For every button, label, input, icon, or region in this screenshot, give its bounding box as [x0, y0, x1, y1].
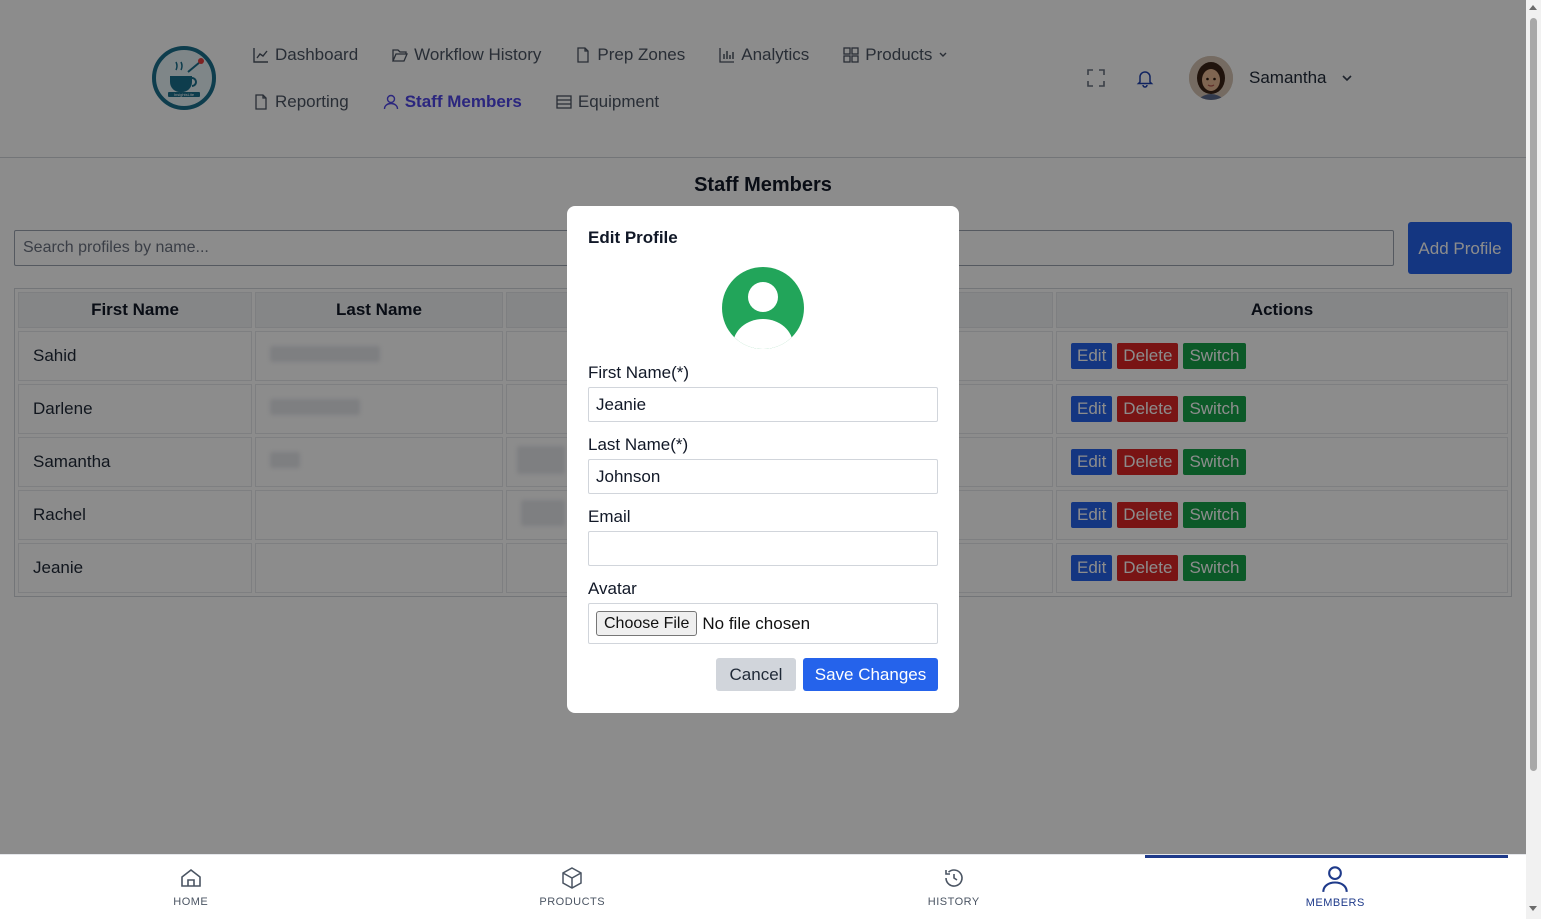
default-avatar-icon: [722, 267, 804, 349]
box-icon: [562, 867, 582, 889]
bottom-nav-label: PRODUCTS: [539, 896, 606, 908]
last-name-label: Last Name(*): [588, 435, 689, 454]
edit-profile-modal: Edit Profile First Name(*) Last Name(*) …: [567, 206, 959, 713]
first-name-field[interactable]: [588, 387, 938, 422]
bottom-nav-label: HOME: [173, 896, 209, 908]
bottom-nav-label: HISTORY: [927, 896, 980, 908]
email-field[interactable]: [588, 531, 938, 566]
scrollbar[interactable]: [1526, 0, 1541, 919]
home-icon: [180, 868, 201, 887]
bottom-nav: HOME PRODUCTS HISTORY MEMBERS: [0, 854, 1526, 919]
avatar-file-input[interactable]: Choose File No file chosen: [588, 603, 938, 644]
user-icon: [1322, 866, 1348, 892]
avatar-label: Avatar: [588, 579, 637, 598]
last-name-field[interactable]: [588, 459, 938, 494]
scroll-up-arrow[interactable]: [1529, 5, 1537, 10]
bottom-nav-products[interactable]: PRODUCTS: [382, 855, 764, 919]
scroll-down-arrow[interactable]: [1529, 906, 1537, 911]
history-icon: [944, 869, 963, 887]
bottom-nav-label: MEMBERS: [1305, 897, 1365, 909]
cancel-button[interactable]: Cancel: [716, 658, 796, 691]
file-status: No file chosen: [702, 613, 811, 633]
choose-file-button[interactable]: Choose File: [596, 611, 698, 636]
bottom-nav-home[interactable]: HOME: [0, 855, 382, 919]
save-changes-button[interactable]: Save Changes: [803, 658, 938, 691]
email-label: Email: [588, 507, 631, 526]
bottom-nav-history[interactable]: HISTORY: [763, 855, 1145, 919]
scroll-thumb[interactable]: [1530, 18, 1537, 771]
first-name-label: First Name(*): [588, 363, 690, 382]
bottom-nav-members[interactable]: MEMBERS: [1144, 855, 1527, 919]
modal-title: Edit Profile: [588, 228, 678, 247]
